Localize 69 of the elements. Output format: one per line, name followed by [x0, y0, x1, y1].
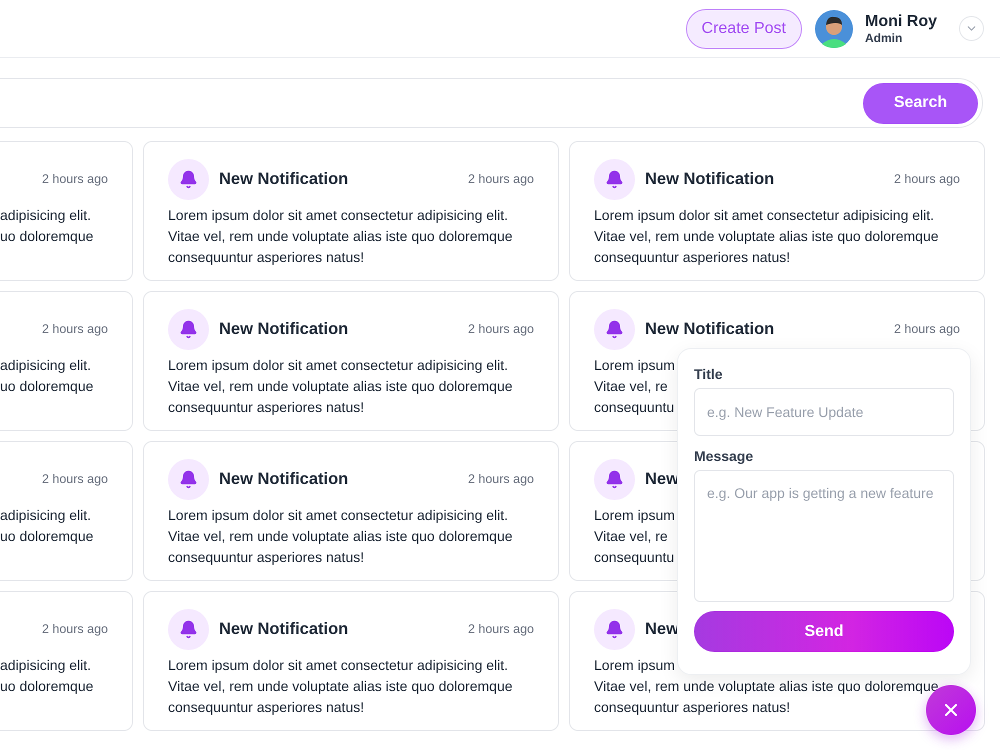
notification-title: New Notification: [219, 620, 348, 638]
notification-text: uo doloremque: [0, 677, 94, 696]
title-input[interactable]: e.g. New Feature Update: [694, 388, 954, 436]
notification-text: Vitae vel, re: [594, 527, 668, 546]
notification-text: Vitae vel, rem unde voluptate alias iste quo doloremque: [168, 377, 513, 396]
notification-time: 2 hours ago: [468, 322, 534, 336]
notification-text: consequuntur asperiores natus!: [168, 398, 364, 417]
field-label: Title: [694, 366, 723, 382]
message-input[interactable]: e.g. Our app is getting a new feature: [694, 470, 954, 602]
bell-icon: [168, 458, 209, 500]
notification-title: New Notification: [645, 170, 774, 188]
notification-text: adipisicing elit.: [0, 356, 92, 375]
user-name: Moni Roy: [865, 12, 937, 30]
notification-text: consequuntu: [594, 398, 674, 417]
notification-title: New: [645, 620, 679, 638]
notification-text: adipisicing elit.: [0, 656, 92, 675]
notification-text: consequuntur asperiores natus!: [168, 248, 364, 267]
notification-text: Lorem ipsum: [594, 506, 675, 525]
notification-text: Lorem ipsum dolor sit amet consectetur adipisicing elit.: [168, 506, 508, 525]
notification-text: Lorem ipsum: [594, 656, 675, 675]
notification-text: Lorem ipsum: [594, 356, 675, 375]
notification-time: 2 hours ago: [42, 622, 108, 636]
notification-time: 2 hours ago: [894, 322, 960, 336]
notification-text: Vitae vel, rem unde voluptate alias iste quo doloremque: [168, 527, 513, 546]
notification-text: Lorem ipsum dolor sit amet consectetur adipisicing elit.: [168, 356, 508, 375]
notification-time: 2 hours ago: [894, 172, 960, 186]
bell-icon: [594, 158, 635, 200]
notification-text: Lorem ipsum dolor sit amet consectetur adipisicing elit.: [168, 206, 508, 225]
avatar-icon: [815, 10, 853, 48]
create-post-button[interactable]: Create Post: [686, 8, 802, 48]
send-button[interactable]: Send: [694, 611, 954, 652]
bell-icon: [168, 158, 209, 200]
notification-text: adipisicing elit.: [0, 206, 92, 225]
notification-text: consequuntur asperiores natus!: [168, 698, 364, 717]
notification-text: uo doloremque: [0, 377, 94, 396]
notification-text: consequuntur asperiores natus!: [594, 248, 790, 267]
search-field[interactable]: Search: [0, 78, 983, 128]
notification-title: New Notification: [219, 470, 348, 488]
search-button[interactable]: Search: [863, 82, 978, 124]
notification-time: 2 hours ago: [468, 472, 534, 486]
bell-icon: [168, 308, 209, 350]
field-label: Message: [694, 448, 754, 464]
notification-time: 2 hours ago: [468, 622, 534, 636]
notification-text: Lorem ipsum dolor sit amet consectetur adipisicing elit.: [594, 206, 934, 225]
bell-icon: [594, 308, 635, 350]
notification-time: 2 hours ago: [468, 172, 534, 186]
notification-title: New Notification: [645, 320, 774, 338]
notification-text: consequuntu: [594, 548, 674, 567]
bell-icon: [594, 608, 635, 650]
notification-text: uo doloremque: [0, 527, 94, 546]
notification-text: Vitae vel, re: [594, 377, 668, 396]
bell-icon: [594, 458, 635, 500]
notification-text: Vitae vel, rem unde voluptate alias iste quo doloremque: [168, 677, 513, 696]
notification-text: Lorem ipsum dolor sit amet consectetur adipisicing elit.: [168, 656, 508, 675]
notification-text: consequuntur asperiores natus!: [168, 548, 364, 567]
notification-text: uo doloremque: [0, 227, 94, 246]
notification-text: Vitae vel, rem unde voluptate alias iste quo doloremque: [168, 227, 513, 246]
notification-title: New: [645, 470, 679, 488]
notification-text: Vitae vel, rem unde voluptate alias iste quo doloremque: [594, 677, 939, 696]
notification-time: 2 hours ago: [42, 472, 108, 486]
user-role: Admin: [865, 30, 904, 44]
notification-time: 2 hours ago: [42, 322, 108, 336]
notification-text: consequuntur asperiores natus!: [594, 698, 790, 717]
notification-time: 2 hours ago: [42, 172, 108, 186]
notification-title: New Notification: [219, 320, 348, 338]
bell-icon: [168, 608, 209, 650]
notification-title: New Notification: [219, 170, 348, 188]
notification-text: Vitae vel, rem unde voluptate alias iste quo doloremque: [594, 227, 939, 246]
notification-text: adipisicing elit.: [0, 506, 92, 525]
